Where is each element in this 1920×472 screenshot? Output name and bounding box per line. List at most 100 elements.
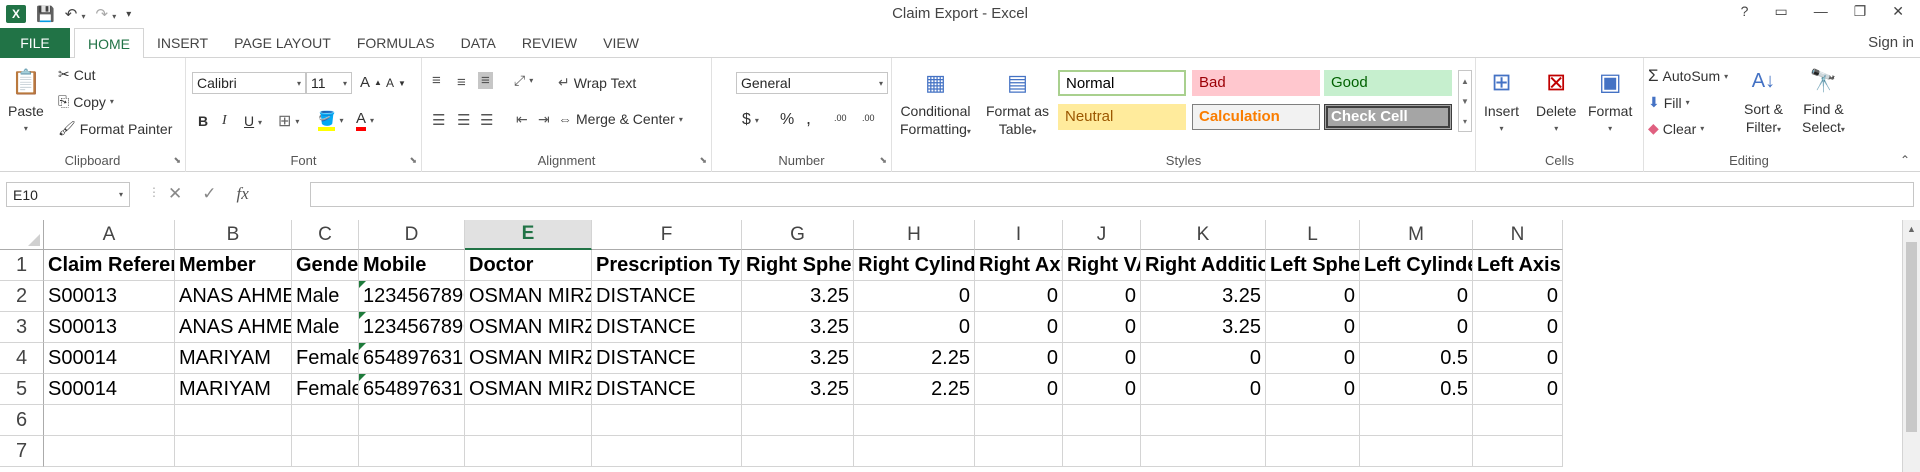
- fill-button[interactable]: ⬇ Fill ▾: [1648, 94, 1690, 111]
- table-cell[interactable]: 3.25: [742, 312, 854, 343]
- table-cell[interactable]: 654897631: [359, 374, 465, 405]
- column-header-f[interactable]: F: [592, 220, 742, 250]
- table-cell[interactable]: [359, 405, 465, 436]
- table-cell[interactable]: [1266, 405, 1360, 436]
- undo-icon[interactable]: ↶ ▾: [65, 5, 86, 23]
- header-cell[interactable]: Claim Reference: [44, 250, 175, 281]
- sort-filter-button[interactable]: A↓ Sort & Filter▾: [1744, 64, 1783, 139]
- table-cell[interactable]: S00014: [44, 343, 175, 374]
- font-name-select[interactable]: Calibri ▾: [192, 72, 306, 94]
- insert-cells-button[interactable]: ⊞ Insert ▾: [1484, 66, 1519, 138]
- table-cell[interactable]: [175, 405, 292, 436]
- autosum-button[interactable]: Σ AutoSum ▾: [1648, 66, 1728, 86]
- table-cell[interactable]: 2.25: [854, 343, 975, 374]
- table-cell[interactable]: Female: [292, 343, 359, 374]
- table-cell[interactable]: [292, 436, 359, 467]
- table-cell[interactable]: 2.25: [854, 374, 975, 405]
- table-cell[interactable]: 0: [975, 343, 1063, 374]
- header-cell[interactable]: Right Cylinder: [854, 250, 975, 281]
- decrease-decimal-button[interactable]: .00: [862, 114, 875, 123]
- name-box[interactable]: E10 ▾: [6, 182, 130, 207]
- table-cell[interactable]: S00014: [44, 374, 175, 405]
- header-cell[interactable]: Doctor: [465, 250, 592, 281]
- table-cell[interactable]: OSMAN MIRZA: [465, 374, 592, 405]
- row-header[interactable]: 1: [0, 250, 44, 281]
- decrease-indent-icon[interactable]: ⇤: [516, 111, 528, 128]
- table-cell[interactable]: 0: [1063, 281, 1141, 312]
- save-icon[interactable]: 💾: [36, 5, 55, 23]
- table-cell[interactable]: [359, 436, 465, 467]
- table-cell[interactable]: [854, 405, 975, 436]
- table-cell[interactable]: 0: [1266, 312, 1360, 343]
- column-header-n[interactable]: N: [1473, 220, 1563, 250]
- enter-icon[interactable]: ✓: [202, 184, 216, 204]
- style-check-cell[interactable]: Check Cell: [1324, 104, 1452, 130]
- format-as-table-button[interactable]: ▤ Format as Table▾: [986, 66, 1049, 141]
- style-calculation[interactable]: Calculation: [1192, 104, 1320, 130]
- table-cell[interactable]: [292, 405, 359, 436]
- font-size-select[interactable]: 11 ▾: [306, 72, 352, 94]
- find-select-button[interactable]: 🔭 Find & Select▾: [1802, 64, 1845, 139]
- header-cell[interactable]: Prescription Type: [592, 250, 742, 281]
- column-header-c[interactable]: C: [292, 220, 359, 250]
- font-color-button[interactable]: A ▾: [356, 110, 374, 131]
- cut-button[interactable]: ✂ Cut: [58, 66, 96, 83]
- table-cell[interactable]: 3.25: [1141, 312, 1266, 343]
- copy-button[interactable]: ⎘ Copy ▾: [58, 93, 114, 110]
- table-cell[interactable]: 0: [1360, 281, 1473, 312]
- comma-button[interactable]: ,: [806, 108, 811, 129]
- table-cell[interactable]: [742, 405, 854, 436]
- currency-button[interactable]: $ ▾: [742, 111, 759, 129]
- tab-page-layout[interactable]: PAGE LAYOUT: [221, 28, 344, 58]
- column-header-e[interactable]: E: [465, 220, 592, 250]
- tab-view[interactable]: VIEW: [590, 28, 652, 58]
- vertical-scrollbar[interactable]: ▲: [1902, 220, 1920, 472]
- table-cell[interactable]: MARIYAM: [175, 374, 292, 405]
- number-format-select[interactable]: General ▾: [736, 72, 888, 94]
- italic-button[interactable]: I: [222, 113, 227, 129]
- percent-button[interactable]: %: [780, 111, 794, 129]
- delete-cells-button[interactable]: ⊠ Delete ▾: [1536, 66, 1576, 138]
- align-left-icon[interactable]: ☰: [432, 111, 445, 129]
- paste-button[interactable]: 📋 Paste ▾: [8, 66, 44, 138]
- table-cell[interactable]: 0: [854, 281, 975, 312]
- table-cell[interactable]: [1141, 405, 1266, 436]
- table-cell[interactable]: 0: [1063, 343, 1141, 374]
- table-cell[interactable]: 1234567890: [359, 281, 465, 312]
- table-cell[interactable]: OSMAN MIRZA: [465, 312, 592, 343]
- collapse-ribbon-icon[interactable]: ⌃: [1900, 153, 1910, 167]
- ribbon-display-options-button[interactable]: ▭: [1774, 3, 1787, 20]
- styles-gallery-scroll[interactable]: ▲ ▼ ▾: [1458, 70, 1472, 132]
- column-header-b[interactable]: B: [175, 220, 292, 250]
- table-cell[interactable]: [854, 436, 975, 467]
- row-header[interactable]: 3: [0, 312, 44, 343]
- chevron-up-icon[interactable]: ▲: [1461, 77, 1469, 86]
- table-cell[interactable]: [1473, 436, 1563, 467]
- scroll-up-icon[interactable]: ▲: [1907, 224, 1916, 234]
- table-cell[interactable]: S00013: [44, 312, 175, 343]
- table-cell[interactable]: 0: [1063, 312, 1141, 343]
- table-cell[interactable]: 0.5: [1360, 374, 1473, 405]
- table-cell[interactable]: MARIYAM: [175, 343, 292, 374]
- row-header[interactable]: 4: [0, 343, 44, 374]
- format-painter-button[interactable]: 🖌 Format Painter: [58, 120, 172, 137]
- table-cell[interactable]: [592, 436, 742, 467]
- row-header[interactable]: 2: [0, 281, 44, 312]
- table-cell[interactable]: [1266, 436, 1360, 467]
- table-cell[interactable]: [1063, 436, 1141, 467]
- increase-decimal-button[interactable]: .00: [834, 114, 847, 123]
- column-header-j[interactable]: J: [1063, 220, 1141, 250]
- table-cell[interactable]: 3.25: [742, 374, 854, 405]
- orientation-icon[interactable]: ⤢ ▾: [514, 72, 533, 89]
- table-cell[interactable]: 0: [1266, 343, 1360, 374]
- table-cell[interactable]: 0: [1141, 343, 1266, 374]
- table-cell[interactable]: DISTANCE: [592, 281, 742, 312]
- formula-input[interactable]: [310, 182, 1914, 207]
- table-cell[interactable]: [1360, 436, 1473, 467]
- table-cell[interactable]: Male: [292, 312, 359, 343]
- style-normal[interactable]: Normal: [1058, 70, 1186, 96]
- tab-review[interactable]: REVIEW: [509, 28, 590, 58]
- table-cell[interactable]: 0.5: [1360, 343, 1473, 374]
- table-cell[interactable]: 3.25: [1141, 281, 1266, 312]
- table-cell[interactable]: 0: [975, 374, 1063, 405]
